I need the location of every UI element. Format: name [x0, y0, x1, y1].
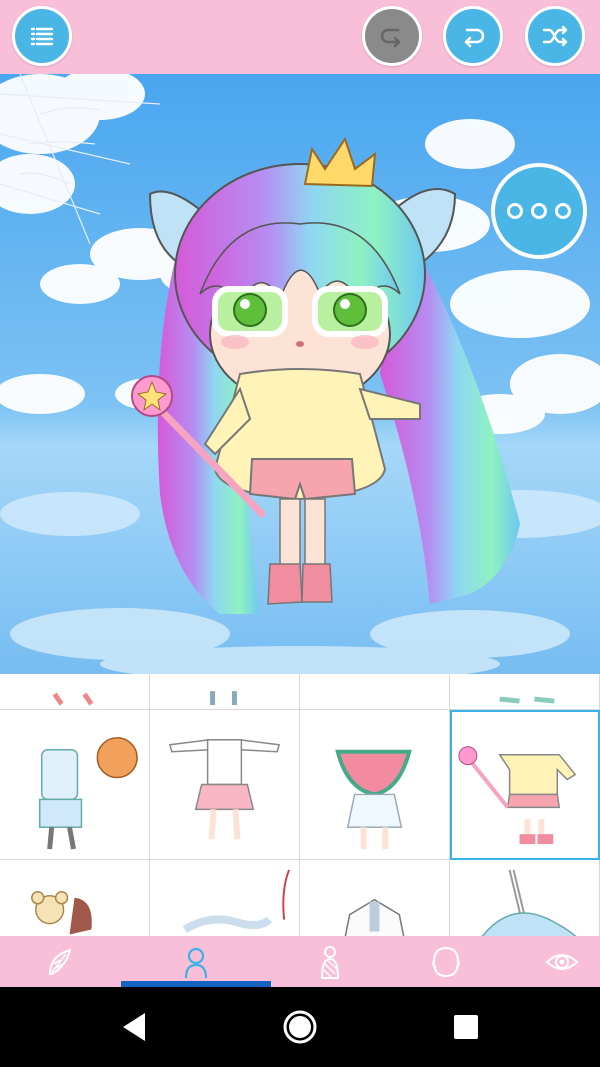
ellipsis-icon	[507, 203, 523, 219]
random-button[interactable]	[525, 6, 585, 66]
system-nav-bar	[0, 987, 600, 1067]
body-icon	[184, 947, 208, 978]
undo-arrow-icon	[464, 28, 485, 48]
recents-icon	[454, 1015, 478, 1039]
list-icon	[30, 27, 54, 46]
hair-leaf-icon	[48, 948, 72, 975]
grid-item-watermelon-dress[interactable]	[300, 710, 450, 860]
item-grid	[0, 674, 600, 936]
recents-button[interactable]	[446, 1007, 486, 1047]
top-toolbar	[0, 0, 600, 74]
grid-item-wand-yellow-shirt-outfit[interactable]	[450, 710, 600, 860]
tab-hair[interactable]	[0, 936, 120, 987]
outfit-icon	[320, 945, 340, 979]
ellipsis-dot	[531, 203, 547, 219]
more-options-button[interactable]	[491, 163, 587, 259]
grid-item-1[interactable]	[0, 674, 150, 710]
tab-body[interactable]	[121, 936, 271, 987]
app-root	[0, 0, 600, 1067]
grid-item-teddy-bear-outfit[interactable]	[0, 860, 150, 936]
undo-button[interactable]	[443, 6, 503, 66]
character-scene	[0, 74, 600, 674]
back-button[interactable]	[114, 1007, 154, 1047]
grid-item-ribbon-outfit[interactable]	[150, 860, 300, 936]
grid-item-white-coat-outfit[interactable]	[300, 860, 450, 936]
menu-button[interactable]	[12, 6, 72, 66]
grid-item-basketball-outfit[interactable]	[0, 710, 150, 860]
grid-item-4[interactable]	[450, 674, 600, 710]
tab-outfit[interactable]	[270, 936, 390, 987]
tab-face[interactable]	[386, 936, 506, 987]
eye-icon	[545, 953, 579, 970]
tab-preview[interactable]	[502, 936, 600, 987]
home-icon	[283, 1010, 317, 1044]
grid-item-blue-ribbon-outfit[interactable]	[450, 860, 600, 936]
grid-item-2[interactable]	[150, 674, 300, 710]
category-tab-bar	[0, 936, 600, 987]
back-icon	[123, 1013, 145, 1041]
redo-arrow-icon	[380, 28, 401, 48]
grid-item-pink-dress-outfit[interactable]	[150, 710, 300, 860]
grid-item-3[interactable]	[300, 674, 450, 710]
face-icon	[432, 946, 460, 977]
redo-button[interactable]	[362, 6, 422, 66]
scene-artwork	[0, 74, 600, 674]
ellipsis-dot	[555, 203, 571, 219]
shuffle-icon	[542, 25, 568, 47]
home-button[interactable]	[280, 1007, 320, 1047]
